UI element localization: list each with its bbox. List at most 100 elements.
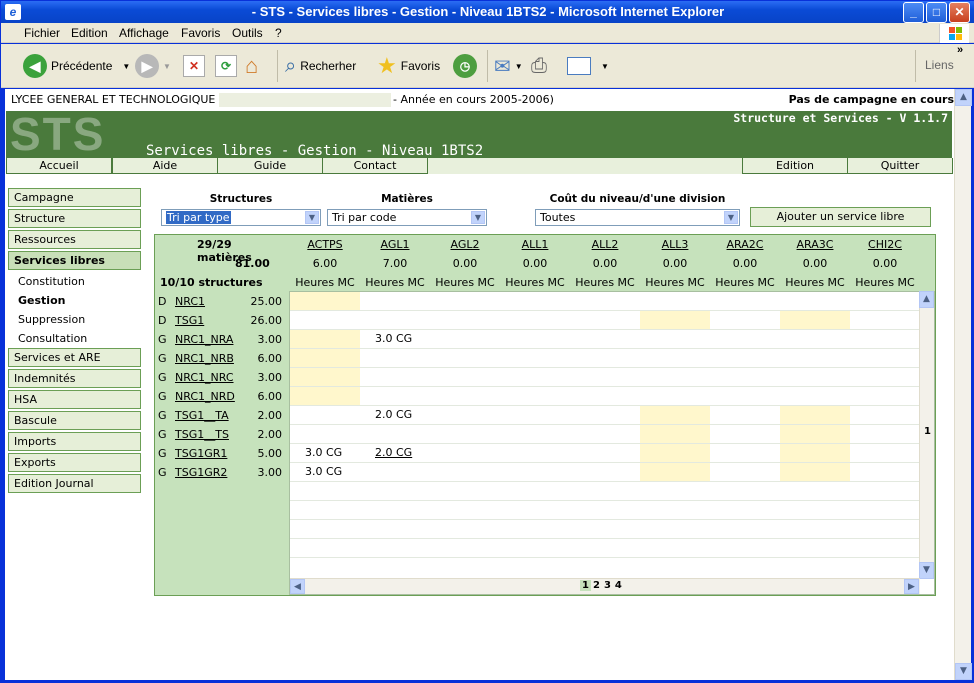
grid-cell[interactable] [290,406,360,424]
column-code[interactable]: ALL3 [640,238,710,251]
grid-cell[interactable] [430,330,500,348]
sidebar-item-hsa[interactable]: HSA [8,390,141,409]
mail-dropdown-icon[interactable]: ▼ [515,62,523,71]
grid-cell[interactable]: 3.0 CG [360,330,430,348]
grid-cell[interactable] [430,444,500,462]
grid-cell[interactable] [780,387,850,405]
print-button[interactable]: ⎙ [531,52,547,80]
grid-cell[interactable] [500,444,570,462]
grid-cell[interactable] [780,444,850,462]
search-button[interactable]: ⌕ Recherher [285,52,356,80]
grid-cell[interactable]: 3.0 CG [290,463,360,481]
sidebar-item-services-are[interactable]: Services et ARE [8,348,141,367]
grid-cell[interactable] [360,463,430,481]
grid-cell[interactable] [850,368,920,386]
grid-cell[interactable] [500,368,570,386]
grid-cell[interactable] [570,311,640,329]
grid-cell[interactable] [500,311,570,329]
stop-button[interactable]: ✕ [183,52,205,80]
grid-cell[interactable] [850,311,920,329]
grid-cell[interactable] [710,387,780,405]
nav-quitter[interactable]: Quitter [847,158,953,174]
grid-cell[interactable] [430,311,500,329]
sidebar-item-structure[interactable]: Structure [8,209,141,228]
structure-link[interactable]: NRC1_NRD [175,387,235,406]
column-code[interactable]: ARA3C [780,238,850,251]
page-4[interactable]: 4 [613,580,624,591]
grid-cell[interactable] [780,292,850,310]
page-1[interactable]: 1 [580,580,591,591]
grid-cell[interactable] [850,292,920,310]
grid-cell[interactable] [640,330,710,348]
grid-cell[interactable] [500,463,570,481]
edit-dropdown-icon[interactable]: ▼ [601,62,609,71]
grid-cell[interactable] [570,368,640,386]
grid-cell[interactable] [570,349,640,367]
grid-cell[interactable] [290,292,360,310]
add-service-button[interactable]: Ajouter un service libre [750,207,931,227]
structures-select[interactable]: Tri par type ▼ [161,209,321,226]
sidebar-sub-constitution[interactable]: Constitution [18,275,85,288]
grid-cell[interactable] [640,463,710,481]
structure-link[interactable]: TSG1GR1 [175,444,227,463]
maximize-button[interactable]: □ [926,2,947,23]
page-3[interactable]: 3 [602,580,613,591]
grid-cell[interactable]: 3.0 CG [290,444,360,462]
grid-cell[interactable] [640,425,710,443]
matieres-select[interactable]: Tri par code ▼ [327,209,487,226]
grid-cell[interactable] [290,425,360,443]
grid-cell[interactable] [710,292,780,310]
grid-cell[interactable] [780,349,850,367]
grid-cell[interactable] [850,444,920,462]
grid-cell[interactable] [500,406,570,424]
grid-cell[interactable] [850,406,920,424]
sidebar-item-indemnites[interactable]: Indemnités [8,369,141,388]
scroll-left-icon[interactable]: ◀ [290,579,305,594]
grid-cell[interactable] [850,425,920,443]
grid-cell[interactable] [430,425,500,443]
grid-cell[interactable] [360,387,430,405]
structure-link[interactable]: NRC1 [175,292,205,311]
nav-aide[interactable]: Aide [112,158,218,174]
grid-cell[interactable] [430,292,500,310]
close-button[interactable]: ✕ [949,2,970,23]
grid-cell[interactable] [570,425,640,443]
scroll-up-icon[interactable]: ▲ [919,291,934,308]
grid-cell[interactable] [430,463,500,481]
sidebar-item-campagne[interactable]: Campagne [8,188,141,207]
forward-button[interactable]: ▶ ▼ [135,52,171,80]
refresh-button[interactable]: ⟳ [215,52,237,80]
grid-cell[interactable] [430,406,500,424]
sidebar-sub-suppression[interactable]: Suppression [18,313,85,326]
grid-cell[interactable] [500,349,570,367]
scroll-up-icon[interactable]: ▲ [955,89,972,106]
grid-cell[interactable] [360,311,430,329]
grid-cell[interactable] [780,406,850,424]
sidebar-item-imports[interactable]: Imports [8,432,141,451]
grid-cell[interactable] [640,387,710,405]
grid-cell[interactable] [570,330,640,348]
grid-cell[interactable]: 2.0 CG [360,444,430,462]
sidebar-sub-gestion[interactable]: Gestion [18,294,65,307]
grid-cell[interactable] [780,311,850,329]
minimize-button[interactable]: _ [903,2,924,23]
grid-cell[interactable] [780,463,850,481]
menu-edition[interactable]: Edition [71,26,108,40]
menu-fichier[interactable]: Fichier [24,26,60,40]
grid-cell[interactable] [850,387,920,405]
chevron-icon[interactable]: » [957,44,963,56]
grid-cell[interactable] [500,292,570,310]
grid-cell[interactable] [360,349,430,367]
grid-cell[interactable] [710,463,780,481]
grid-cell[interactable] [640,311,710,329]
structure-link[interactable]: TSG1GR2 [175,463,227,482]
back-dropdown-icon[interactable]: ▼ [122,62,130,71]
menu-affichage[interactable]: Affichage [119,26,169,40]
grid-cell[interactable] [710,425,780,443]
structure-link[interactable]: NRC1_NRC [175,368,234,387]
nav-guide[interactable]: Guide [217,158,323,174]
scroll-right-icon[interactable]: ▶ [904,579,919,594]
grid-cell[interactable] [780,425,850,443]
grid-cell[interactable] [290,349,360,367]
scroll-down-icon[interactable]: ▼ [919,562,934,579]
